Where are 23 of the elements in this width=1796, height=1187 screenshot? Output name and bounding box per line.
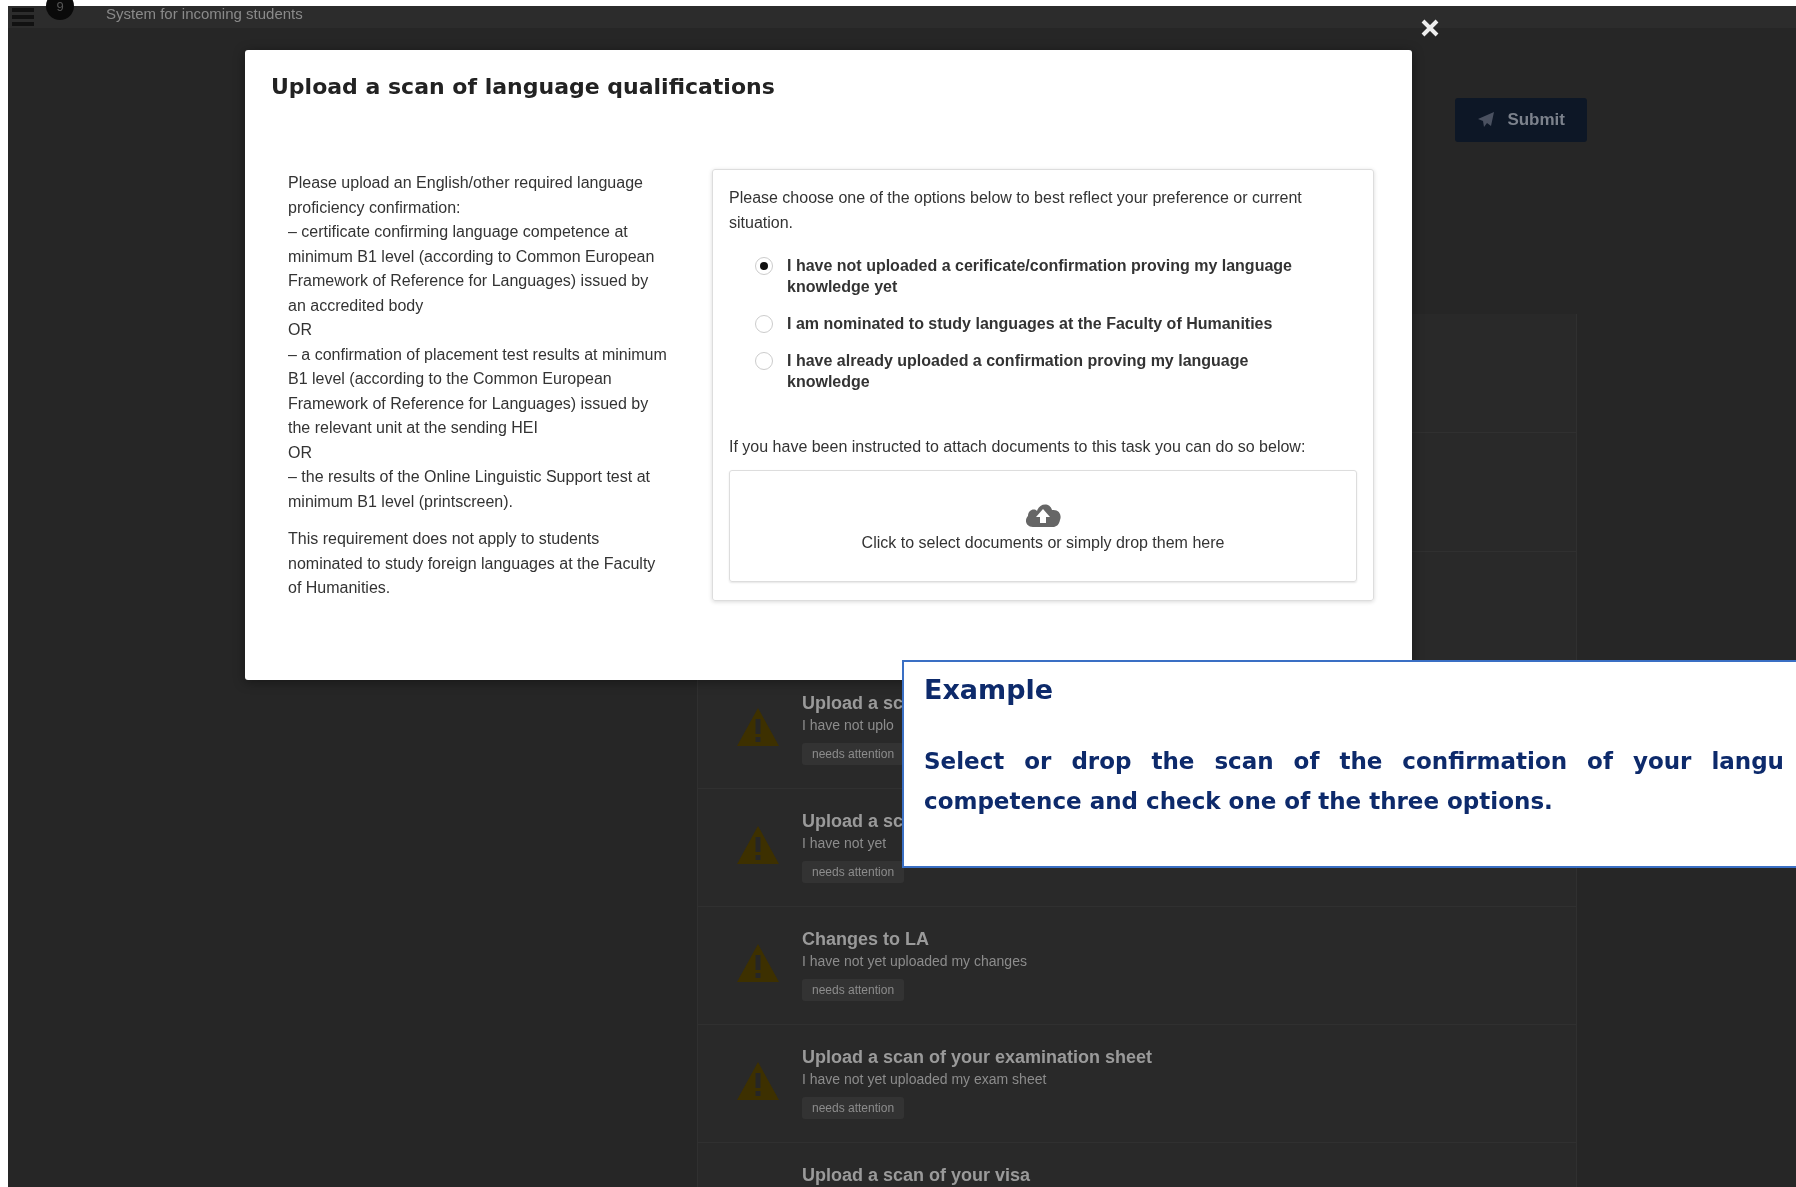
prompt-text: Please choose one of the options below to best reflect your preference or current situation. (729, 188, 1303, 233)
attach-hint: If you have been instructed to attach documents to this task you can do so below: (729, 438, 1307, 456)
status-tag: needs attention (802, 1097, 905, 1119)
task-title: Upload a scan of your examination sheet (802, 1047, 1153, 1068)
task-status-text: I have not uplo (802, 717, 894, 733)
task-status-text: I have not yet uploaded my exam sheet (802, 1071, 1047, 1087)
drop-zone-text: Click to select documents or simply drop them here (861, 534, 1225, 552)
status-tag: needs attention (802, 979, 905, 1001)
task-title: Upload a sc (802, 693, 904, 714)
tooltip-title: Example (924, 674, 1055, 705)
tooltip-text: Select or drop the scan of the confirmation of your langu (924, 747, 1784, 776)
status-tag: needs attention (802, 861, 905, 883)
app-title: System for incoming students (106, 4, 303, 22)
dialog-title: Upload a scan of language qualifications (271, 74, 776, 99)
task-title: Upload a sc (802, 811, 904, 832)
task-title: Changes to LA (802, 929, 929, 950)
task-title: Upload a scan of your visa (802, 1165, 1031, 1186)
task-status-text: I have not yet uploaded my changes (802, 953, 1027, 969)
status-tag: needs attention (802, 743, 905, 765)
task-status-text: I have not yet (802, 835, 887, 851)
note-text: This requirement does not apply to students nominated to study foreign languages at the Faculty of Humanities. (288, 529, 657, 598)
tooltip-text: competence and check one of the three options. (924, 787, 1554, 816)
instructions-text: Please upload an English/other required language proficiency confirmation: – certificate confirming language competence at minimum B1 level (according to Common European Framework of Reference for Languages) issued by an accredited body OR – a confirmation of placement test results at minimum B1 level (according to the Common European Framework of Reference for Languages) issued by the relevant unit at the sending HEI OR – the results of the Online Linguistic Support test at minimum B1 level (printscreen). (288, 173, 668, 512)
